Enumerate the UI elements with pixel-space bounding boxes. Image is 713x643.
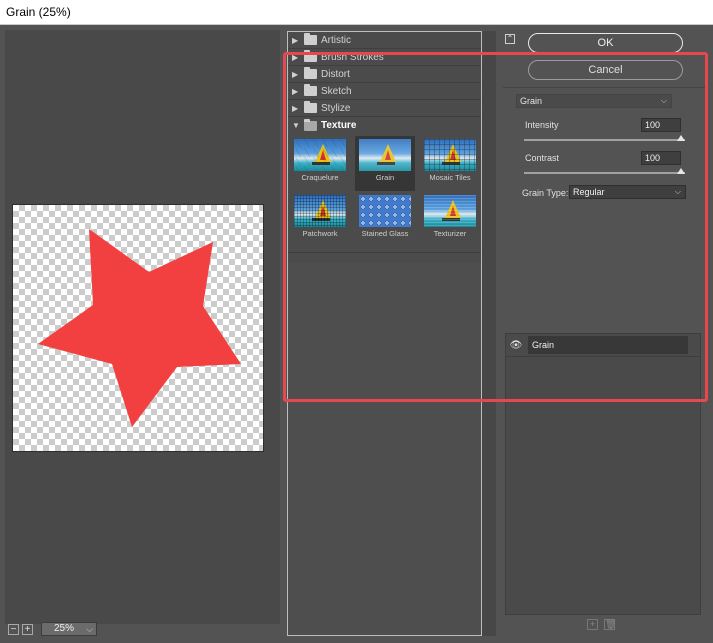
folder-icon (304, 84, 317, 96)
category-label: Brush Strokes (321, 51, 384, 63)
filter-thumb-patchwork[interactable]: Patchwork (290, 192, 350, 247)
category-artistic[interactable]: ▶ Artistic (288, 32, 481, 49)
category-stylize[interactable]: ▶ Stylize (288, 100, 481, 117)
filter-thumb-mosaic-tiles[interactable]: Mosaic Tiles (420, 136, 480, 191)
zoom-out-button[interactable]: − (8, 623, 19, 635)
filter-label: Texturizer (433, 229, 467, 238)
chevron-down-icon: ⌵ (660, 96, 667, 105)
open-folder-icon (304, 118, 317, 131)
texturizer-thumbnail (424, 195, 476, 227)
layer-actions: + 🗑 (587, 619, 616, 630)
folder-icon (304, 67, 317, 79)
filter-label: Mosaic Tiles (429, 173, 471, 182)
cancel-button[interactable]: Cancel (528, 60, 683, 80)
grain-thumbnail (359, 139, 411, 171)
category-label: Sketch (321, 85, 352, 97)
category-texture[interactable]: ▼ Texture (288, 117, 481, 134)
expand-arrow-icon: ▶ (292, 103, 299, 113)
effect-layers-panel: 👁 Grain (505, 333, 701, 615)
zoom-bar: − + 25% ⌵ (8, 622, 97, 636)
preview-canvas[interactable] (12, 204, 264, 452)
filter-browser: ▶ Artistic ▶ Brush Strokes ▶ Distort ▶ S… (287, 31, 482, 636)
intensity-label: Intensity (525, 120, 559, 130)
preview-area[interactable] (5, 30, 280, 624)
stained-glass-thumbnail (359, 195, 411, 227)
category-distort[interactable]: ▶ Distort (288, 66, 481, 83)
trash-icon[interactable]: 🗑 (604, 619, 616, 630)
filter-label: Grain (375, 173, 395, 182)
filter-thumb-stained-glass[interactable]: Stained Glass (355, 192, 415, 247)
category-label: Distort (321, 68, 350, 80)
eye-icon[interactable]: 👁 (506, 340, 526, 351)
divider (503, 87, 707, 88)
grain-type-value: Regular (573, 187, 605, 197)
contrast-input[interactable]: 100 (641, 151, 681, 165)
grain-type-select[interactable]: Regular ⌵ (569, 185, 686, 199)
category-label: Artistic (321, 34, 351, 46)
zoom-in-button[interactable]: + (22, 623, 33, 635)
intensity-input[interactable]: 100 (641, 118, 681, 132)
expand-arrow-icon: ▶ (292, 69, 299, 79)
expand-arrow-icon: ▶ (292, 35, 299, 45)
grain-type-label: Grain Type: (522, 188, 569, 198)
expand-arrow-icon: ▶ (292, 52, 299, 62)
slider-thumb[interactable] (677, 135, 685, 141)
craquelure-thumbnail (294, 139, 346, 171)
folder-icon (304, 101, 317, 113)
zoom-value: 25% (54, 623, 75, 634)
filter-label: Craquelure (301, 173, 339, 182)
mosaic-tiles-thumbnail (424, 139, 476, 171)
effect-layer-name[interactable]: Grain (528, 336, 688, 354)
slider-thumb[interactable] (677, 168, 685, 174)
contrast-slider[interactable] (524, 168, 685, 174)
expand-arrow-icon: ▶ (292, 86, 299, 96)
filter-gallery-dialog: − + 25% ⌵ ▶ Artistic ▶ Brush Strokes ▶ D… (0, 25, 713, 643)
zoom-select[interactable]: 25% ⌵ (41, 622, 97, 636)
filter-thumb-craquelure[interactable]: Craquelure (290, 136, 350, 191)
category-brush-strokes[interactable]: ▶ Brush Strokes (288, 49, 481, 66)
collapse-arrow-icon: ▼ (292, 121, 300, 130)
filter-select[interactable]: Grain ⌵ (516, 94, 672, 108)
window-title: Grain (25%) (0, 0, 713, 25)
category-label: Stylize (321, 102, 351, 114)
filter-thumb-grain[interactable]: Grain (355, 136, 415, 191)
filter-label: Patchwork (302, 229, 338, 238)
category-label: Texture (321, 120, 357, 131)
filter-thumb-texturizer[interactable]: Texturizer (420, 192, 480, 247)
star-shape (38, 229, 241, 427)
effect-layer-row[interactable]: 👁 Grain (506, 334, 700, 357)
chevron-down-icon: ⌵ (86, 624, 93, 634)
collapse-icon[interactable]: ⌃ (505, 34, 515, 44)
browser-empty-area (288, 263, 481, 635)
patchwork-thumbnail (294, 195, 346, 227)
folder-icon (304, 33, 317, 45)
filter-label: Stained Glass (361, 229, 409, 238)
chevron-down-icon: ⌵ (674, 187, 681, 196)
ok-button[interactable]: OK (528, 33, 683, 53)
settings-panel: ⌃ OK Cancel Grain ⌵ Intensity 100 Contra… (497, 25, 713, 643)
intensity-slider[interactable] (524, 135, 685, 141)
texture-filter-grid: Craquelure Grain Mosaic Tiles Patchwork … (288, 134, 481, 253)
contrast-label: Contrast (525, 153, 560, 163)
new-effect-layer-icon[interactable]: + (587, 619, 598, 630)
red-star-image (38, 229, 241, 427)
category-sketch[interactable]: ▶ Sketch (288, 83, 481, 100)
browser-scrollbar[interactable] (482, 31, 496, 636)
filter-select-value: Grain (520, 96, 543, 106)
folder-icon (304, 50, 317, 62)
